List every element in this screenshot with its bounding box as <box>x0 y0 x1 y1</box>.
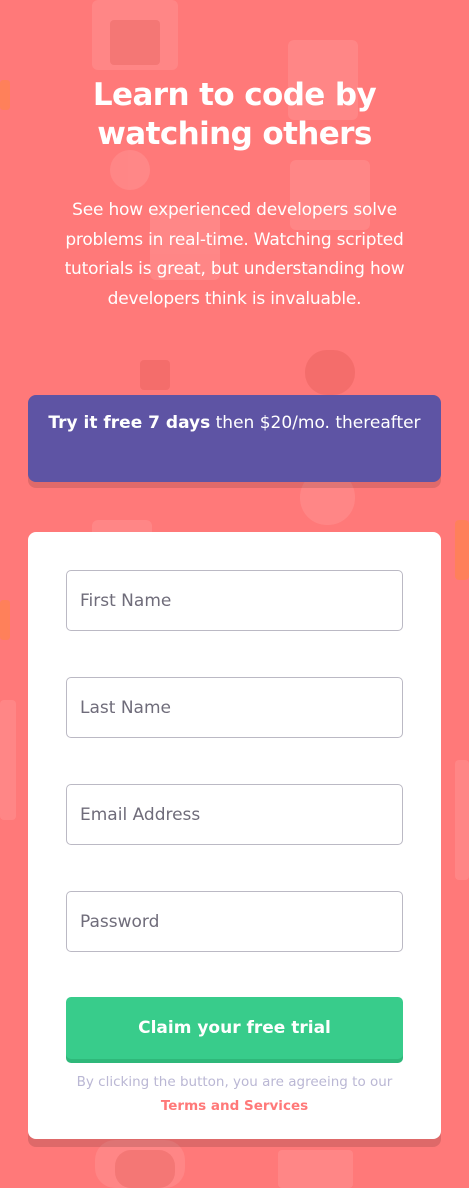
terms-prefix: By clicking the button, you are agreeing… <box>76 1074 393 1090</box>
terms-link[interactable]: Terms and Services <box>161 1098 308 1114</box>
promo-bold-text: Try it free 7 days <box>48 413 211 433</box>
terms-notice: By clicking the button, you are agreeing… <box>66 1070 403 1118</box>
claim-free-trial-button[interactable]: Claim your free trial <box>66 997 403 1059</box>
promo-rest-text: then $20/mo. thereafter <box>210 413 421 433</box>
hero-title: Learn to code by watching others <box>92 77 377 152</box>
last-name-input[interactable] <box>66 677 403 738</box>
email-input[interactable] <box>66 784 403 845</box>
password-input[interactable] <box>66 891 403 952</box>
trial-promo-banner: Try it free 7 days then $20/mo. thereaft… <box>28 395 441 482</box>
signup-form: Claim your free trial By clicking the bu… <box>28 532 441 1139</box>
hero-subtitle: See how experienced developers solve pro… <box>64 200 405 309</box>
first-name-input[interactable] <box>66 570 403 631</box>
